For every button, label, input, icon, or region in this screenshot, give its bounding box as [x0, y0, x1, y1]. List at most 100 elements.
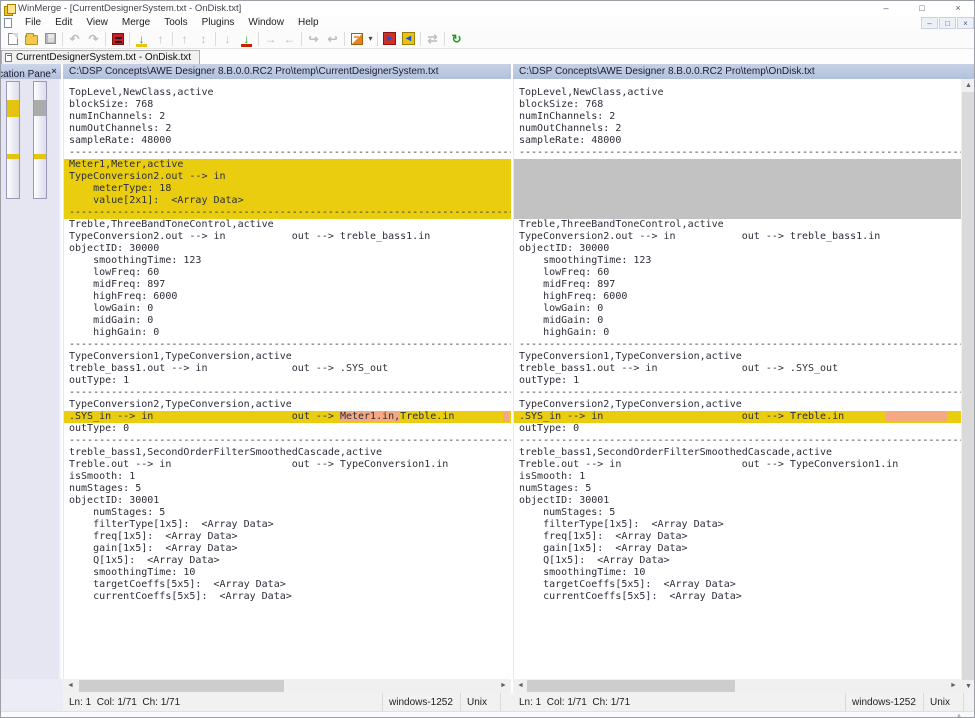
menu-item-merge[interactable]: Merge — [115, 17, 157, 28]
scroll-up-icon[interactable]: ▲ — [961, 79, 975, 92]
auto-merge-dropdown-icon[interactable]: ▾ — [366, 34, 375, 43]
code-line[interactable]: objectID: 30000 — [64, 243, 511, 255]
code-line[interactable]: Treble.out --> in out --> TypeConversion… — [64, 459, 511, 471]
code-line[interactable]: lowGain: 0 — [514, 303, 961, 315]
menu-item-tools[interactable]: Tools — [157, 17, 194, 28]
code-line[interactable]: outType: 0 — [514, 423, 961, 435]
mdi-minimize-button[interactable]: – — [921, 17, 938, 29]
menu-item-view[interactable]: View — [79, 17, 115, 28]
code-line[interactable]: TopLevel,NewClass,active — [514, 87, 961, 99]
code-line[interactable]: sampleRate: 48000 — [514, 135, 961, 147]
save-icon[interactable] — [41, 30, 60, 48]
code-line[interactable]: value[2x1]: <Array Data> — [64, 195, 511, 207]
code-line[interactable]: outType: 0 — [64, 423, 511, 435]
first-difference-icon[interactable]: ↑ — [175, 30, 194, 48]
code-line[interactable]: highGain: 0 — [64, 327, 511, 339]
location-pane-close-icon[interactable]: × — [49, 64, 59, 79]
location-bar-right[interactable] — [33, 81, 47, 199]
redo-icon[interactable]: ↷ — [84, 30, 103, 48]
maximize-button[interactable]: □ — [904, 1, 940, 16]
code-line[interactable]: Treble,ThreeBandToneControl,active — [64, 219, 511, 231]
code-line[interactable]: numStages: 5 — [64, 483, 511, 495]
code-line[interactable]: midFreq: 897 — [514, 279, 961, 291]
code-line[interactable]: smoothingTime: 10 — [514, 567, 961, 579]
code-line[interactable]: numInChannels: 2 — [64, 111, 511, 123]
copy-left-icon[interactable]: ← — [280, 30, 299, 48]
open-icon[interactable] — [22, 30, 41, 48]
code-line[interactable]: TypeConversion2,TypeConversion,active — [514, 399, 961, 411]
code-line[interactable]: objectID: 30000 — [514, 243, 961, 255]
scroll-down-icon[interactable]: ▼ — [961, 680, 975, 693]
code-line[interactable]: TypeConversion2,TypeConversion,active — [64, 399, 511, 411]
code-line[interactable]: smoothingTime: 10 — [64, 567, 511, 579]
menu-item-edit[interactable]: Edit — [48, 17, 79, 28]
code-line[interactable]: Q[1x5]: <Array Data> — [64, 555, 511, 567]
code-line[interactable]: TypeConversion2.out --> in — [64, 171, 511, 183]
separator-line[interactable]: ----------------------------------------… — [514, 387, 961, 399]
next-difference-icon[interactable]: ↓ — [132, 30, 151, 48]
current-difference-icon[interactable]: ↕ — [194, 30, 213, 48]
code-line[interactable]: numOutChannels: 2 — [514, 123, 961, 135]
separator-line[interactable]: ----------------------------------------… — [64, 387, 511, 399]
code-line[interactable]: currentCoeffs[5x5]: <Array Data> — [64, 591, 511, 603]
code-line[interactable]: .SYS_in --> in out --> Meter1.in,Treble.… — [64, 411, 511, 423]
code-line[interactable]: gain[1x5]: <Array Data> — [514, 543, 961, 555]
last-difference-icon[interactable]: ↓ — [237, 30, 256, 48]
code-line[interactable]: currentCoeffs[5x5]: <Array Data> — [514, 591, 961, 603]
scroll-left-icon[interactable]: ◄ — [513, 679, 528, 693]
document-tab[interactable]: CurrentDesignerSystem.txt - OnDisk.txt — [1, 50, 200, 64]
right-hscroll-thumb[interactable] — [527, 680, 735, 692]
scroll-right-icon[interactable]: ► — [496, 679, 511, 693]
code-line[interactable]: Meter1,Meter,active — [64, 159, 511, 171]
code-line[interactable]: TypeConversion2.out --> in out --> trebl… — [64, 231, 511, 243]
deleted-block-line[interactable] — [514, 171, 961, 183]
auto-merge-icon[interactable] — [347, 30, 366, 48]
code-line[interactable]: blockSize: 768 — [64, 99, 511, 111]
menu-item-plugins[interactable]: Plugins — [195, 17, 242, 28]
code-line[interactable]: Q[1x5]: <Array Data> — [514, 555, 961, 567]
code-line[interactable]: lowGain: 0 — [64, 303, 511, 315]
code-line[interactable]: midGain: 0 — [64, 315, 511, 327]
next-conflict-icon[interactable]: ↓ — [218, 30, 237, 48]
location-bar-left[interactable] — [6, 81, 20, 199]
options-icon[interactable] — [108, 30, 127, 48]
close-button[interactable]: × — [940, 1, 975, 16]
left-pane-path-header[interactable]: C:\DSP Concepts\AWE Designer 8.B.0.0.RC2… — [63, 64, 511, 79]
code-line[interactable]: numStages: 5 — [514, 507, 961, 519]
new-file-icon[interactable] — [3, 30, 22, 48]
code-line[interactable]: meterType: 18 — [64, 183, 511, 195]
code-line[interactable]: midGain: 0 — [514, 315, 961, 327]
left-horizontal-scrollbar[interactable]: ◄ ► — [63, 679, 511, 693]
undo-icon[interactable]: ↶ — [65, 30, 84, 48]
mdi-restore-button[interactable]: □ — [939, 17, 956, 29]
code-line[interactable]: highFreq: 6000 — [514, 291, 961, 303]
code-line[interactable]: treble_bass1,SecondOrderFilterSmoothedCa… — [514, 447, 961, 459]
right-pane-path-header[interactable]: C:\DSP Concepts\AWE Designer 8.B.0.0.RC2… — [513, 64, 975, 79]
separator-line[interactable]: ----------------------------------------… — [64, 207, 511, 219]
code-line[interactable]: TypeConversion1,TypeConversion,active — [514, 351, 961, 363]
menu-item-window[interactable]: Window — [241, 17, 291, 28]
copy-left-and-advance-icon[interactable]: ↩ — [323, 30, 342, 48]
code-line[interactable]: midFreq: 897 — [64, 279, 511, 291]
code-line[interactable]: lowFreq: 60 — [514, 267, 961, 279]
code-line[interactable]: targetCoeffs[5x5]: <Array Data> — [64, 579, 511, 591]
code-line[interactable]: targetCoeffs[5x5]: <Array Data> — [514, 579, 961, 591]
previous-difference-icon[interactable]: ↑ — [151, 30, 170, 48]
code-line[interactable]: smoothingTime: 123 — [514, 255, 961, 267]
code-line[interactable]: isSmooth: 1 — [514, 471, 961, 483]
mdi-close-button[interactable]: × — [957, 17, 974, 29]
code-line[interactable]: sampleRate: 48000 — [64, 135, 511, 147]
code-line[interactable]: objectID: 30001 — [514, 495, 961, 507]
right-file-pane[interactable]: TopLevel,NewClass,activeblockSize: 768 nu… — [513, 79, 961, 679]
vscroll-thumb[interactable] — [962, 92, 975, 680]
mdi-document-icon[interactable] — [4, 18, 12, 28]
refresh-icon[interactable]: ↻ — [447, 30, 466, 48]
copy-right-and-advance-icon[interactable]: ↪ — [304, 30, 323, 48]
deleted-block-line[interactable] — [514, 159, 961, 171]
code-line[interactable]: TypeConversion2.out --> in out --> trebl… — [514, 231, 961, 243]
separator-line[interactable]: ----------------------------------------… — [514, 147, 961, 159]
code-line[interactable]: freq[1x5]: <Array Data> — [64, 531, 511, 543]
separator-line[interactable]: ----------------------------------------… — [64, 339, 511, 351]
scroll-left-icon[interactable]: ◄ — [63, 679, 78, 693]
code-line[interactable]: blockSize: 768 — [514, 99, 961, 111]
